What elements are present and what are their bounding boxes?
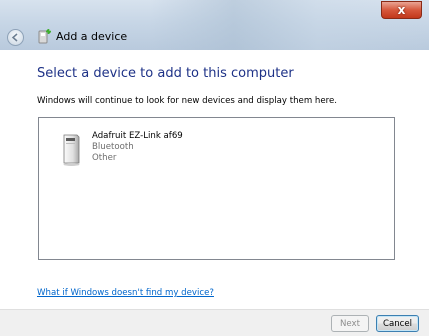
add-device-icon <box>38 29 51 44</box>
footer-bar: Next Cancel <box>0 309 429 336</box>
device-item[interactable]: Adafruit EZ-Link af69 Bluetooth Other <box>54 131 214 171</box>
device-category: Other <box>92 153 117 163</box>
help-link[interactable]: What if Windows doesn't find my device? <box>37 288 214 298</box>
back-button[interactable] <box>7 29 24 46</box>
main-instruction: Select a device to add to this computer <box>37 66 294 81</box>
back-arrow-icon <box>11 33 18 42</box>
status-text: Windows will continue to look for new de… <box>37 96 338 106</box>
close-icon: x <box>397 3 406 17</box>
cancel-button[interactable]: Cancel <box>376 315 419 332</box>
device-type: Bluetooth <box>92 142 134 152</box>
close-button[interactable]: x <box>381 1 422 19</box>
next-button-label: Next <box>339 318 361 329</box>
device-generic-icon <box>63 134 80 166</box>
cancel-button-label: Cancel <box>382 318 413 329</box>
window-title: Add a device <box>56 30 128 43</box>
title-bar: Add a device x <box>0 0 429 50</box>
device-list[interactable]: Adafruit EZ-Link af69 Bluetooth Other <box>38 117 395 260</box>
device-name: Adafruit EZ-Link af69 <box>92 131 183 141</box>
next-button[interactable]: Next <box>331 315 369 332</box>
